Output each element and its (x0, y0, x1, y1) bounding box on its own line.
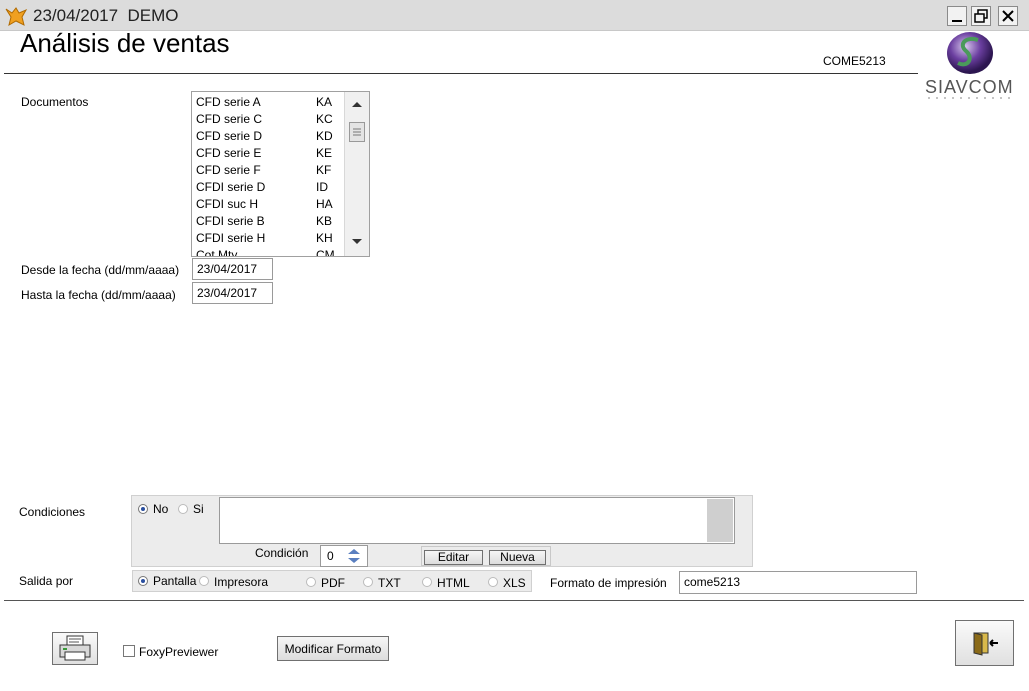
output-xls-radio[interactable] (488, 577, 498, 587)
edit-condition-button[interactable]: Editar (424, 550, 483, 565)
to-date-label: Hasta la fecha (dd/mm/aaaa) (21, 288, 176, 302)
header-divider (4, 73, 918, 74)
conditions-label: Condiciones (19, 505, 86, 519)
output-xls-label: XLS (503, 576, 526, 590)
condition-textarea[interactable] (219, 497, 735, 544)
list-item[interactable]: CFDI suc H HA (196, 195, 346, 212)
condition-no-label: No (153, 502, 169, 516)
fox-app-icon (5, 7, 28, 27)
list-item[interactable]: CFD serie A KA (196, 93, 346, 110)
foxy-previewer-label: FoxyPreviewer (139, 645, 219, 659)
output-pdf-label: PDF (321, 576, 345, 590)
condition-value: 0 (327, 549, 334, 563)
list-item[interactable]: Cot Mty CM (196, 246, 346, 256)
scroll-thumb[interactable] (349, 122, 365, 142)
list-item[interactable]: CFD serie C KC (196, 110, 346, 127)
condition-si-label: Si (193, 502, 204, 516)
minimize-icon (952, 20, 962, 22)
list-item[interactable]: CFDI serie H KH (196, 229, 346, 246)
condition-scrollbar[interactable] (707, 499, 733, 542)
minimize-button[interactable] (947, 6, 967, 26)
to-date-input[interactable]: 23/04/2017 (192, 282, 273, 304)
print-button[interactable] (52, 632, 98, 665)
list-item[interactable]: CFDI serie D ID (196, 178, 346, 195)
print-format-input[interactable]: come5213 (679, 571, 917, 594)
form-title: Análisis de ventas (20, 28, 230, 58)
modify-format-button[interactable]: Modificar Formato (277, 636, 389, 661)
from-date-input[interactable]: 23/04/2017 (192, 258, 273, 280)
print-format-label: Formato de impresión (550, 576, 667, 590)
grip-icon (353, 128, 361, 136)
list-item[interactable]: CFD serie D KD (196, 127, 346, 144)
condition-si-radio[interactable] (178, 504, 188, 514)
output-impresora-label: Impresora (214, 575, 269, 589)
output-html-label: HTML (437, 576, 470, 590)
condition-count-label: Condición (255, 546, 309, 560)
printer-icon (59, 635, 91, 661)
list-item[interactable]: CFD serie F KF (196, 161, 346, 178)
spinner-arrows-icon[interactable] (343, 547, 365, 565)
list-item[interactable]: CFDI serie B KB (196, 212, 346, 229)
footer-divider (4, 600, 1024, 601)
close-button[interactable] (998, 6, 1018, 26)
documents-listbox[interactable]: CFD serie A KA CFD serie C KC CFD serie DK… (191, 91, 370, 257)
exit-door-icon (973, 632, 998, 656)
condition-no-radio[interactable] (138, 504, 148, 514)
window-title: 23/04/2017 DEMO (33, 6, 179, 25)
documents-scrollbar[interactable] (344, 92, 369, 256)
output-pdf-radio[interactable] (306, 577, 316, 587)
logo-text: SIAVCOM (925, 77, 1014, 97)
list-item[interactable]: CFD serie E KE (196, 144, 346, 161)
output-txt-label: TXT (378, 576, 401, 590)
scroll-up-icon[interactable] (351, 100, 363, 108)
documents-label: Documentos (21, 95, 89, 109)
output-pantalla-label: Pantalla (153, 574, 197, 588)
output-txt-radio[interactable] (363, 577, 373, 587)
restore-icon (974, 9, 988, 23)
form-code: COME5213 (823, 54, 886, 68)
condition-spinner[interactable]: 0 (320, 545, 368, 567)
output-impresora-radio[interactable] (199, 576, 209, 586)
output-html-radio[interactable] (422, 577, 432, 587)
new-condition-button[interactable]: Nueva (489, 550, 546, 565)
output-label: Salida por (19, 574, 74, 588)
close-icon (1002, 10, 1014, 22)
from-date-label: Desde la fecha (dd/mm/aaaa) (21, 263, 180, 277)
restore-button[interactable] (971, 6, 991, 26)
output-pantalla-radio[interactable] (138, 576, 148, 586)
scroll-down-icon[interactable] (351, 238, 363, 246)
foxy-previewer-checkbox[interactable] (123, 645, 135, 657)
siavcom-logo: SIAVCOM (922, 30, 1018, 102)
exit-button[interactable] (955, 620, 1014, 666)
